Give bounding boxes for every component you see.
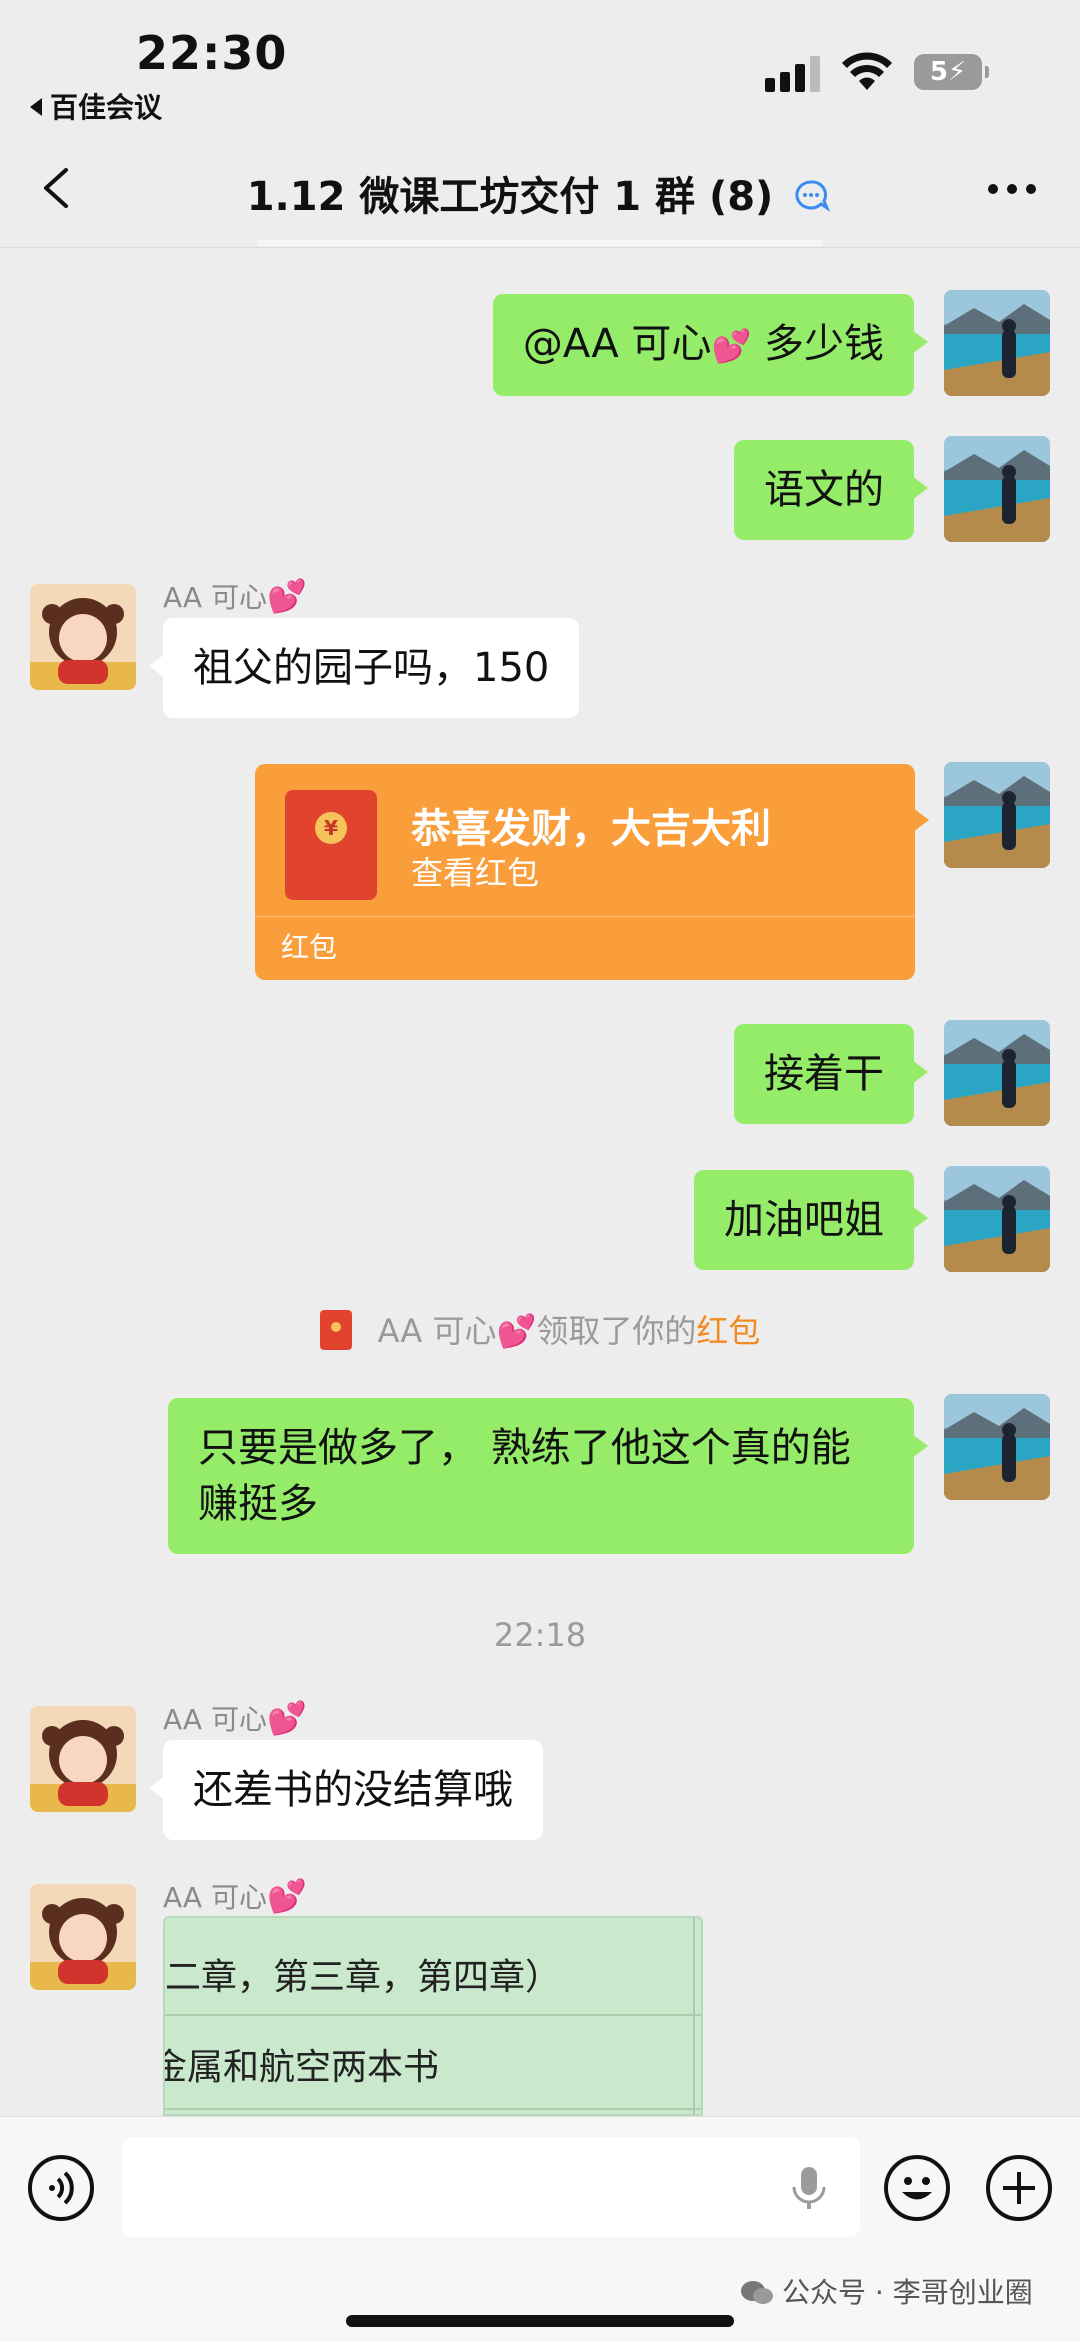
my-avatar[interactable] (944, 762, 1050, 868)
message-bubble-mine[interactable]: 接着干 (734, 1024, 928, 1124)
back-app-label: 百佳会议 (50, 91, 163, 124)
message-text: 多少钱 (751, 321, 884, 367)
red-packet-title: 恭喜发财，大吉大利 (411, 806, 771, 852)
wifi-icon (842, 52, 892, 90)
contact-avatar[interactable] (30, 1884, 136, 1990)
chat-header: 1.12 微课工坊交付 1 群 (8) (0, 130, 1080, 248)
red-packet-card[interactable]: ¥ 恭喜发财，大吉大利 查看红包 红包 (255, 764, 929, 980)
red-packet-subtitle: 查看红包 (411, 854, 540, 892)
message-bubble-theirs[interactable]: 还差书的没结算哦 (149, 1740, 543, 1840)
mic-icon[interactable] (784, 2163, 834, 2213)
back-to-app-link[interactable]: 百佳会议 (30, 86, 162, 126)
red-packet-link[interactable]: 红包 (696, 1312, 760, 1350)
image-table-line (165, 2014, 701, 2016)
red-packet-footer: 红包 (281, 931, 338, 964)
message-bubble-theirs[interactable]: 祖父的园子吗，150 (148, 618, 580, 718)
home-indicator[interactable] (346, 2315, 734, 2327)
header-divider (258, 240, 822, 246)
message-text: 加油吧姐 (724, 1197, 884, 1243)
image-table-line (165, 2108, 701, 2110)
voice-icon[interactable] (28, 2155, 94, 2221)
chat-title-text: 1.12 微课工坊交付 1 群 (8) (246, 174, 774, 220)
image-table-line (693, 1918, 695, 2114)
contact-avatar[interactable] (30, 584, 136, 690)
red-packet-icon: ¥ (285, 790, 377, 900)
chat-title[interactable]: 1.12 微课工坊交付 1 群 (8) (0, 164, 1080, 222)
sender-name: AA 可心💕 (163, 1699, 307, 1737)
my-avatar[interactable] (944, 290, 1050, 396)
sender-name: AA 可心💕 (163, 1877, 307, 1915)
message-text: 接着干 (764, 1051, 884, 1097)
message-bubble-mine[interactable]: 语文的 (734, 440, 928, 540)
group-badge-icon (795, 180, 831, 213)
timestamp: 22:18 (493, 1616, 587, 1654)
message-bubble-mine[interactable]: 加油吧姐 (694, 1170, 928, 1270)
message-text: 只要是做多了， 熟练了他这个真的能赚挺多 (198, 1425, 851, 1527)
wechat-icon (741, 2281, 773, 2304)
my-avatar[interactable] (944, 1166, 1050, 1272)
contact-avatar[interactable] (30, 1706, 136, 1812)
red-packet-mini-icon (319, 1310, 352, 1350)
message-bubble-mine[interactable]: @AA 可心💕 多少钱 (492, 294, 929, 396)
sender-name: AA 可心💕 (163, 577, 307, 615)
mention-text: @AA 可心 (522, 321, 712, 367)
message-bubble-mine[interactable]: 只要是做多了， 熟练了他这个真的能赚挺多 (168, 1398, 928, 1554)
plus-icon[interactable] (986, 2155, 1052, 2221)
input-bar: 公众号 · 李哥创业圈 (0, 2116, 1080, 2341)
image-text-row: 金属和航空两本书 (163, 2047, 440, 2088)
my-avatar[interactable] (944, 436, 1050, 542)
battery-level: 5 (929, 57, 948, 87)
emoji-icon[interactable] (884, 2155, 950, 2221)
my-avatar[interactable] (944, 1394, 1050, 1500)
red-packet-divider (255, 916, 915, 917)
system-notice: AA 可心💕领取了你的红包 (0, 1306, 1080, 1352)
message-text: 祖父的园子吗，150 (193, 645, 550, 691)
my-avatar[interactable] (944, 1020, 1050, 1126)
watermark: 公众号 · 李哥创业圈 (740, 2271, 1033, 2311)
back-icon (30, 98, 42, 116)
status-bar: 22:30 百佳会议 5⚡ (0, 0, 1080, 130)
image-message[interactable]: 二章，第三章，第四章） 金属和航空两本书 (163, 1916, 703, 2116)
heart-emoji: 💕 (711, 327, 752, 365)
more-icon[interactable] (988, 184, 1036, 194)
message-input[interactable] (122, 2137, 860, 2237)
signal-icon (765, 56, 825, 92)
battery-icon: 5⚡ (914, 54, 989, 90)
message-text: 语文的 (764, 467, 884, 513)
message-text: 还差书的没结算哦 (193, 1767, 513, 1813)
status-time: 22:30 (136, 26, 288, 80)
image-text-row: 二章，第三章，第四章） (165, 1957, 562, 1998)
